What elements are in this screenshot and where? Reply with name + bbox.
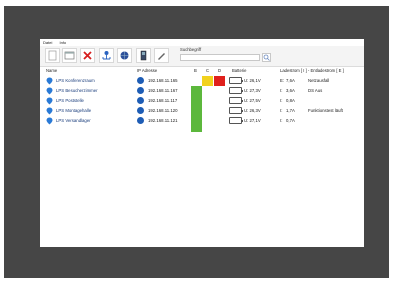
row-current-type: I: <box>280 88 283 93</box>
row-voltage: U: 26,1V <box>244 78 261 83</box>
row-current-type: I: <box>280 108 283 113</box>
new-icon <box>48 50 57 61</box>
network-status-icon <box>137 77 144 84</box>
location-pin-icon <box>46 87 53 95</box>
column-header-c[interactable]: C <box>206 68 209 73</box>
menu-bar: Datei Info <box>40 39 364 46</box>
network-status-icon <box>137 107 144 114</box>
table-row[interactable]: LPS Konferenzraum 192.168.11.165 U: 26,1… <box>40 76 364 85</box>
row-ip: 192.168.11.167 <box>148 88 178 93</box>
window-icon <box>64 51 75 60</box>
network-status-icon <box>137 117 144 124</box>
location-pin-icon <box>46 97 53 105</box>
row-voltage: U: 27,1V <box>244 118 261 123</box>
row-current: 3,6A <box>286 88 295 93</box>
menu-info[interactable]: Info <box>56 40 69 45</box>
row-current: 0,7A <box>286 118 295 123</box>
network-status-icon <box>137 87 144 94</box>
row-current-type: I: <box>280 98 283 103</box>
row-voltage: U: 26,3V <box>244 108 261 113</box>
row-ip: 192.168.11.117 <box>148 98 178 103</box>
search-icon <box>263 54 270 61</box>
network-icon <box>102 51 111 60</box>
table-row[interactable]: LPS Poststelle 192.168.11.117 U: 27,5V I… <box>40 96 364 105</box>
battery-icon <box>229 77 243 84</box>
battery-icon <box>229 117 243 124</box>
row-status: Funktionstest läuft <box>308 108 343 113</box>
globe-icon <box>120 51 129 60</box>
row-status: DS Aus <box>308 88 323 93</box>
device-button[interactable] <box>136 48 151 63</box>
column-header-b[interactable]: B <box>194 68 197 73</box>
device-icon <box>140 50 147 61</box>
row-name: LPS Besucherzimmer <box>56 88 98 93</box>
menu-file[interactable]: Datei <box>40 40 55 45</box>
table-row[interactable]: LPS Besucherzimmer 192.168.11.167 U: 27,… <box>40 86 364 95</box>
row-name: LPS Versandlager <box>56 118 91 123</box>
column-header-d[interactable]: D <box>218 68 221 73</box>
search-button[interactable] <box>262 53 271 62</box>
row-current: 1,7A <box>286 108 295 113</box>
row-name: LPS Konferenzraum <box>56 78 95 83</box>
column-header-battery[interactable]: Batterie <box>232 68 246 73</box>
search-label: Suchbegriff <box>180 47 202 52</box>
search-input[interactable] <box>180 54 260 61</box>
row-current-type: I: <box>280 118 283 123</box>
column-header-ip[interactable]: IP Adresse <box>137 68 157 73</box>
battery-icon <box>229 107 243 114</box>
row-status: Netzausfall <box>308 78 330 83</box>
location-pin-icon <box>46 107 53 115</box>
battery-icon <box>229 97 243 104</box>
network-status-icon <box>137 97 144 104</box>
table-row[interactable]: LPS Versandlager 192.168.11.121 U: 27,1V… <box>40 116 364 125</box>
application-window: Datei Info Suchbegriff Name IP Adresse B… <box>40 39 364 247</box>
row-current-type: E: <box>280 78 285 83</box>
location-pin-icon <box>46 77 53 85</box>
toolbar: Suchbegriff <box>40 46 364 67</box>
location-pin-icon <box>46 117 53 125</box>
row-ip: 192.168.11.121 <box>148 118 178 123</box>
delete-button[interactable] <box>80 48 95 63</box>
row-ip: 192.168.11.165 <box>148 78 178 83</box>
row-voltage: U: 27,3V <box>244 88 261 93</box>
row-current: 0,8A <box>286 98 295 103</box>
edit-button[interactable] <box>154 48 169 63</box>
delete-icon <box>83 51 92 60</box>
window-button[interactable] <box>62 48 77 63</box>
row-current: 7,6A <box>286 78 295 83</box>
column-header-current[interactable]: Ladestrom [ I ] - Entladestrom [ E ] <box>280 68 344 73</box>
row-voltage: U: 27,5V <box>244 98 261 103</box>
new-button[interactable] <box>45 48 60 63</box>
battery-icon <box>229 87 243 94</box>
column-header-name[interactable]: Name <box>46 68 57 73</box>
row-name: LPS Poststelle <box>56 98 84 103</box>
network-button[interactable] <box>99 48 114 63</box>
row-name: LPS Montagehalle <box>56 108 92 113</box>
globe-button[interactable] <box>117 48 132 63</box>
row-ip: 192.168.11.120 <box>148 108 178 113</box>
edit-icon <box>158 53 165 60</box>
table-row[interactable]: LPS Montagehalle 192.168.11.120 U: 26,3V… <box>40 106 364 115</box>
